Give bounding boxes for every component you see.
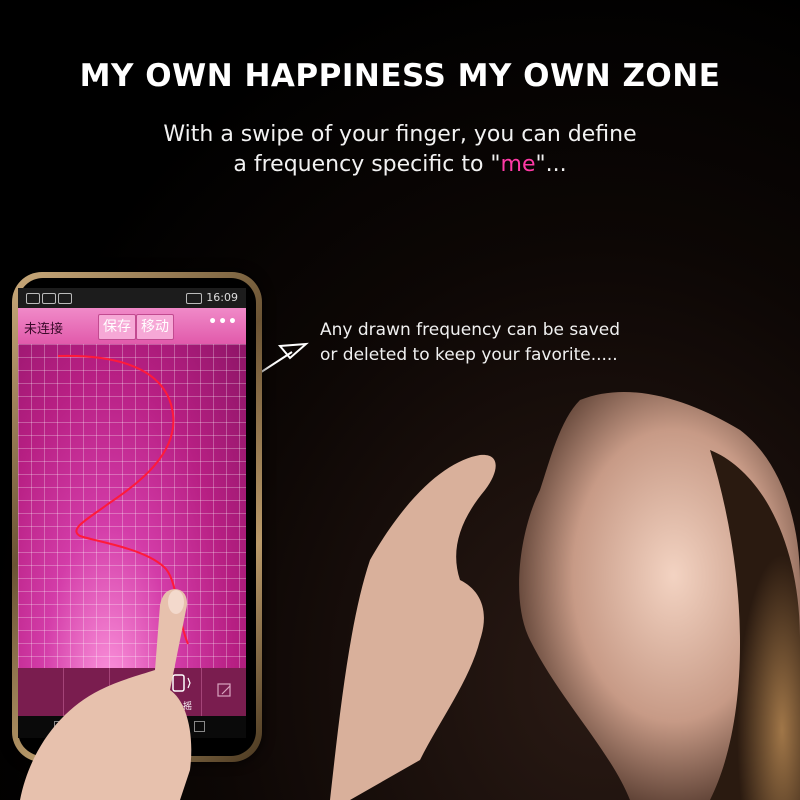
status-bar: 16:09 (18, 288, 246, 308)
subtitle-highlight: me (500, 152, 536, 177)
battery-icon (186, 293, 202, 304)
connection-status: 未连接 (24, 322, 64, 337)
bottom-tab-edit[interactable] (202, 668, 246, 716)
subtitle: With a swipe of your finger, you can def… (0, 120, 800, 180)
notification-icon (26, 293, 40, 304)
more-menu-button[interactable]: ••• (208, 314, 238, 330)
subtitle-line-2-before: a frequency specific to " (233, 152, 501, 177)
finger-photo (20, 589, 192, 800)
headline: MY OWN HAPPINESS MY OWN ZONE (79, 58, 721, 94)
subtitle-line-1: With a swipe of your finger, you can def… (163, 122, 637, 147)
notification-icon (58, 293, 72, 304)
subtitle-line-2-after: "... (535, 152, 567, 177)
notification-icon (42, 293, 56, 304)
subtitle-line-2: a frequency specific to "me"... (0, 150, 800, 180)
edit-icon (217, 683, 231, 697)
feature-note-line-2: or deleted to keep your favorite..... (320, 345, 618, 365)
face-photo (330, 391, 800, 800)
status-time: 16:09 (206, 291, 238, 304)
feature-note-line-1: Any drawn frequency can be saved (320, 320, 620, 340)
app-toolbar: 未连接 保存 移动 ••• (18, 308, 246, 344)
save-button[interactable]: 保存 (98, 314, 136, 340)
move-button[interactable]: 移动 (136, 314, 174, 340)
feature-note: Any drawn frequency can be saved or dele… (320, 318, 740, 368)
